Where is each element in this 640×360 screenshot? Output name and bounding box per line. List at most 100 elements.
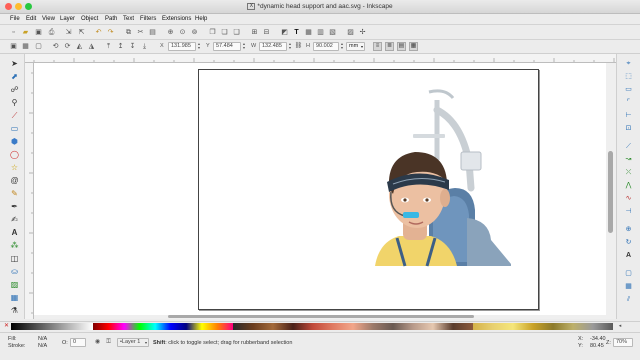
palette-menu-icon[interactable]: ◂	[616, 323, 624, 330]
snap-intersections-icon[interactable]: ⤫	[623, 168, 634, 177]
text-tool-icon[interactable]: A	[9, 228, 20, 238]
select-all-layers-icon[interactable]: ▦	[21, 42, 30, 51]
warm-tone-swatches[interactable]	[473, 323, 613, 330]
snap-cusp-nodes-icon[interactable]: ⋀	[623, 181, 634, 190]
copy-icon[interactable]: ⧉	[124, 28, 133, 37]
menu-help[interactable]: Help	[195, 16, 207, 22]
snap-centers-icon[interactable]: ⊕	[623, 225, 634, 234]
text-font-icon[interactable]: T	[292, 28, 301, 37]
document-properties-icon[interactable]: ▨	[346, 28, 355, 37]
gradient-tool-icon[interactable]: ▨	[9, 280, 20, 290]
new-document-icon[interactable]: ▫	[9, 28, 18, 37]
grayscale-swatches[interactable]	[11, 323, 93, 330]
head-support-illustration[interactable]	[199, 70, 540, 311]
scale-corners-toggle[interactable]: ≣	[385, 42, 394, 51]
horizontal-scrollbar[interactable]	[34, 315, 606, 319]
snap-bbox-corners-icon[interactable]: ⌜	[623, 98, 634, 107]
snap-nodes-icon[interactable]: ⟋	[623, 142, 634, 151]
w-field[interactable]: 132.485	[259, 42, 287, 51]
vertical-scrollbar[interactable]	[606, 63, 616, 319]
x-field[interactable]: 131.985	[168, 42, 196, 51]
undo-icon[interactable]: ↶	[94, 28, 103, 37]
x-spinner[interactable]: ▲ ▼	[197, 42, 201, 51]
menu-object[interactable]: Object	[81, 16, 98, 22]
redo-icon[interactable]: ↷	[106, 28, 115, 37]
align-distribute-icon[interactable]: ▧	[328, 28, 337, 37]
paste-icon[interactable]: ▤	[148, 28, 157, 37]
eye-visibility-icon[interactable]: ◉	[93, 338, 102, 347]
layers-icon[interactable]: ▥	[316, 28, 325, 37]
y-spinner[interactable]: ▲ ▼	[242, 42, 246, 51]
y-field[interactable]: 57.484	[213, 42, 241, 51]
zoom-page-icon[interactable]: ⊚	[190, 28, 199, 37]
snap-bbox-icon[interactable]: ⬚	[623, 72, 634, 81]
raise-icon[interactable]: ↥	[116, 42, 125, 51]
snap-text-baseline-icon[interactable]: A	[623, 251, 634, 260]
menu-filters[interactable]: Filters	[140, 16, 156, 22]
h-field[interactable]: 90.002	[313, 42, 339, 51]
horizontal-scroll-thumb[interactable]	[168, 315, 474, 318]
tweak-tool-icon[interactable]: ☍	[9, 85, 20, 95]
import-icon[interactable]: ⇲	[64, 28, 73, 37]
duplicate-icon[interactable]: ❐	[208, 28, 217, 37]
clone-icon[interactable]: ❏	[220, 28, 229, 37]
3d-box-tool-icon[interactable]: ⬢	[9, 137, 20, 147]
chain-lock-icon[interactable]: ⛓	[294, 42, 303, 51]
menu-view[interactable]: View	[42, 16, 55, 22]
snap-rotation-center-icon[interactable]: ↻	[623, 238, 634, 247]
pen-tool-icon[interactable]: ✒	[9, 202, 20, 212]
snap-bbox-edges-icon[interactable]: ▭	[623, 85, 634, 94]
deselect-icon[interactable]: ▢	[34, 42, 43, 51]
spiral-tool-icon[interactable]: @	[9, 176, 20, 186]
export-icon[interactable]: ⇱	[77, 28, 86, 37]
scale-stroke-toggle[interactable]: ≡	[373, 42, 382, 51]
snap-enable-icon[interactable]: ⌖	[623, 59, 634, 68]
fill-value[interactable]: N/A	[38, 336, 47, 342]
snap-smooth-nodes-icon[interactable]: ∿	[623, 194, 634, 203]
zoom-drawing-icon[interactable]: ⊙	[178, 28, 187, 37]
calligraphy-tool-icon[interactable]: ✍	[9, 215, 20, 225]
lower-icon[interactable]: ↧	[128, 42, 137, 51]
snap-paths-icon[interactable]: ↝	[623, 155, 634, 164]
lock-icon[interactable]: ⚿	[104, 338, 113, 347]
star-tool-icon[interactable]: ☆	[9, 163, 20, 173]
snap-page-border-icon[interactable]: ▢	[623, 269, 634, 278]
raise-to-top-icon[interactable]: ⤒	[104, 42, 113, 51]
lower-to-bottom-icon[interactable]: ⤓	[140, 42, 149, 51]
vertical-scroll-thumb[interactable]	[608, 151, 613, 233]
tone-swatches[interactable]	[233, 323, 473, 330]
no-paint-swatch[interactable]: ✕	[3, 323, 10, 330]
snap-guide-icon[interactable]: ⫽	[623, 295, 634, 304]
menu-edit[interactable]: Edit	[26, 16, 36, 22]
pencil-tool-icon[interactable]: ✎	[9, 189, 20, 199]
xml-editor-icon[interactable]: ▦	[304, 28, 313, 37]
ungroup-icon[interactable]: ⊟	[262, 28, 271, 37]
print-icon[interactable]: ⎙	[47, 28, 56, 37]
snap-grid-icon[interactable]: ▦	[623, 282, 634, 291]
menu-file[interactable]: File	[10, 16, 20, 22]
menu-layer[interactable]: Layer	[60, 16, 75, 22]
stroke-value[interactable]: N/A	[38, 343, 47, 349]
layer-select[interactable]: •Layer 1 ▾	[117, 338, 149, 347]
menu-text[interactable]: Text	[123, 16, 134, 22]
transform-patterns-toggle[interactable]: ▦	[409, 42, 418, 51]
open-document-icon[interactable]: ▰	[21, 28, 30, 37]
w-spinner[interactable]: ▲ ▼	[288, 42, 292, 51]
fill-stroke-icon[interactable]: ◩	[280, 28, 289, 37]
selector-tool-icon[interactable]: ➤	[9, 59, 20, 69]
opacity-field[interactable]: 0	[70, 338, 86, 347]
spray-tool-icon[interactable]: ⁂	[9, 241, 20, 251]
group-icon[interactable]: ⊞	[250, 28, 259, 37]
mesh-tool-icon[interactable]: ▦	[9, 293, 20, 303]
horizontal-ruler[interactable]	[25, 54, 616, 63]
flip-vertical-icon[interactable]: ◮	[87, 42, 96, 51]
rectangle-tool-icon[interactable]: ▭	[9, 124, 20, 134]
preferences-icon[interactable]: ✢	[358, 28, 367, 37]
snap-midpoints-icon[interactable]: ⊣	[623, 207, 634, 216]
select-all-icon[interactable]: ▣	[9, 42, 18, 51]
node-tool-icon[interactable]: ⬈	[9, 72, 20, 82]
basic-color-swatches[interactable]	[93, 323, 233, 330]
cut-icon[interactable]: ✂	[136, 28, 145, 37]
snap-bbox-centers-icon[interactable]: ⊡	[623, 124, 634, 133]
zoom-selection-icon[interactable]: ⊕	[166, 28, 175, 37]
